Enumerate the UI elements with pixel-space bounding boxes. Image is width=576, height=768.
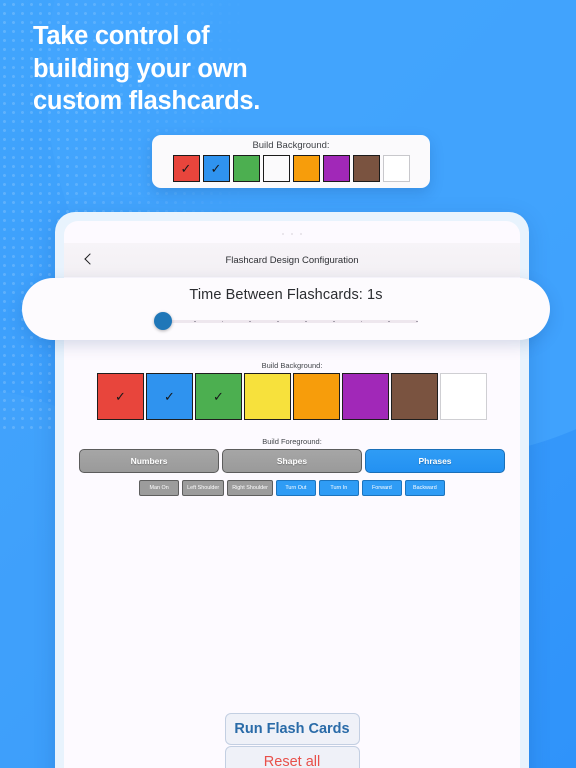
slider-tick bbox=[360, 320, 363, 323]
time-between-flashcards-card: Time Between Flashcards: 1s bbox=[22, 278, 550, 340]
app-root: Take control of building your own custom… bbox=[0, 0, 576, 768]
phrase-chip-right-shoulder[interactable]: Right Shoulder bbox=[227, 480, 273, 496]
phrase-chip-turn-out[interactable]: Turn Out bbox=[275, 480, 316, 496]
callout-swatch-row: ✓ ✓ bbox=[172, 155, 410, 182]
build-foreground-section: Build Foreground: Numbers Shapes Phrases M… bbox=[64, 437, 520, 496]
color-swatch-orange[interactable] bbox=[293, 373, 340, 420]
slider-tick bbox=[249, 320, 252, 323]
color-swatch-yellow[interactable] bbox=[262, 155, 290, 182]
callout-build-background-card: Build Background: ✓ ✓ bbox=[152, 135, 430, 188]
color-swatch-red[interactable]: ✓ bbox=[172, 155, 200, 182]
phrase-chip-turn-in[interactable]: Turn In bbox=[318, 480, 359, 496]
slider-tick bbox=[221, 320, 224, 323]
slider-tick bbox=[277, 320, 279, 323]
segment-shapes[interactable]: Shapes bbox=[222, 449, 362, 473]
segment-phrases[interactable]: Phrases bbox=[365, 449, 505, 473]
slider-tick bbox=[388, 320, 391, 323]
check-icon: ✓ bbox=[210, 161, 222, 176]
build-foreground-label: Build Foreground: bbox=[262, 437, 322, 446]
callout-label: Build Background: bbox=[252, 140, 330, 151]
run-flash-cards-button[interactable]: Run Flash Cards bbox=[224, 713, 360, 745]
slider-tick bbox=[416, 320, 418, 323]
screen-content: Build Background: ✓ ✓ ✓ Build Foreground: … bbox=[64, 361, 520, 768]
build-background-label: Build Background: bbox=[261, 361, 323, 370]
color-swatch-purple[interactable] bbox=[342, 373, 389, 420]
page-title: Flashcard Design Configuration bbox=[225, 254, 359, 266]
build-background-swatch-row: ✓ ✓ ✓ bbox=[64, 373, 520, 420]
color-swatch-green[interactable] bbox=[232, 155, 260, 182]
phrase-chip-man-on[interactable]: Man On bbox=[139, 480, 180, 496]
check-icon: ✓ bbox=[115, 389, 126, 404]
build-background-section: Build Background: ✓ ✓ ✓ bbox=[64, 361, 520, 420]
app-navbar: Flashcard Design Configuration bbox=[64, 243, 520, 277]
color-swatch-blue[interactable]: ✓ bbox=[146, 373, 193, 420]
slider-tick bbox=[304, 320, 307, 323]
headline-line-1: Take control of bbox=[33, 22, 210, 50]
slider-ticks bbox=[166, 320, 418, 323]
color-swatch-yellow[interactable] bbox=[244, 373, 291, 420]
color-swatch-brown[interactable] bbox=[352, 155, 380, 182]
color-swatch-blue[interactable]: ✓ bbox=[202, 155, 230, 182]
action-button-stack: Run Flash CardsReset allSave bbox=[64, 713, 520, 768]
check-icon: ✓ bbox=[213, 389, 224, 404]
color-swatch-white[interactable] bbox=[440, 373, 487, 420]
phrase-chip-forward[interactable]: Forward bbox=[361, 480, 402, 496]
headline: Take control of building your own custom… bbox=[33, 20, 453, 118]
color-swatch-white[interactable] bbox=[382, 155, 410, 182]
time-slider[interactable] bbox=[154, 312, 418, 330]
segment-numbers[interactable]: Numbers bbox=[79, 449, 219, 473]
phrase-chip-backward[interactable]: Backward bbox=[404, 480, 445, 496]
reset-all-button[interactable]: Reset all bbox=[224, 746, 360, 768]
slider-title: Time Between Flashcards: 1s bbox=[189, 287, 383, 303]
headline-line-3: custom flashcards. bbox=[33, 87, 261, 116]
color-swatch-orange[interactable] bbox=[292, 155, 320, 182]
headline-line-2: building your own bbox=[33, 54, 248, 83]
slider-tick bbox=[193, 320, 196, 323]
color-swatch-red[interactable]: ✓ bbox=[97, 373, 144, 420]
color-swatch-green[interactable]: ✓ bbox=[195, 373, 242, 420]
foreground-segment-row: Numbers Shapes Phrases bbox=[64, 449, 520, 473]
check-icon: ✓ bbox=[180, 161, 192, 176]
slider-tick bbox=[332, 320, 335, 323]
color-swatch-purple[interactable] bbox=[322, 155, 350, 182]
status-indicator-dots bbox=[64, 233, 520, 239]
check-icon: ✓ bbox=[164, 389, 175, 404]
phrase-chip-row: Man On Left Shoulder Right Shoulder Turn Ou… bbox=[64, 480, 520, 496]
phrase-chip-left-shoulder[interactable]: Left Shoulder bbox=[182, 480, 225, 496]
slider-thumb[interactable] bbox=[154, 312, 172, 330]
color-swatch-brown[interactable] bbox=[391, 373, 438, 420]
